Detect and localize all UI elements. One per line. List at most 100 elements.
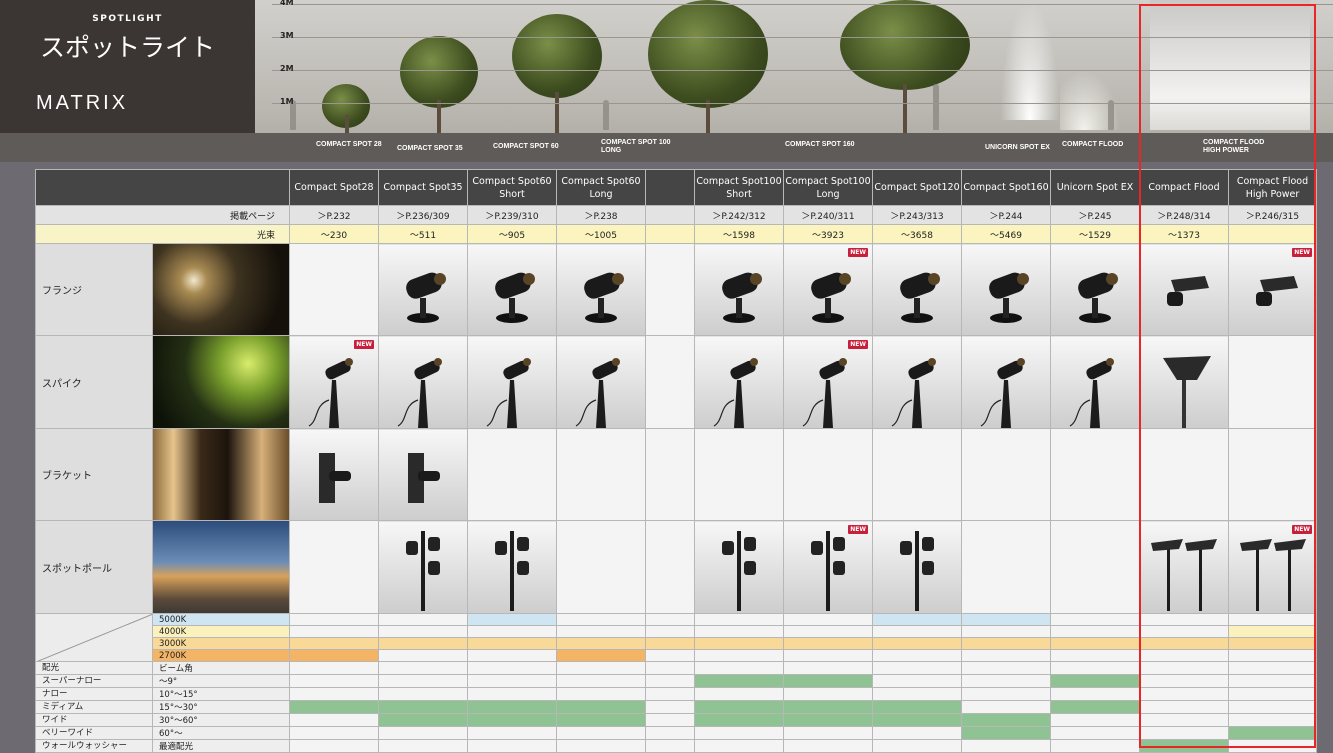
page-row: 掲載ページ ＞P.232 ＞P.236/309 ＞P.239/310 ＞P.238 ＞P.… xyxy=(35,205,1317,225)
beam-cell xyxy=(467,674,557,688)
beam-name: ウォールウォッシャー xyxy=(35,739,153,753)
mount-label: スポットポール xyxy=(35,520,153,614)
scale-label: 1M xyxy=(280,97,294,106)
beam-cell xyxy=(1050,687,1140,701)
product-image xyxy=(694,243,784,336)
page-ref: ＞P.232 xyxy=(289,205,379,225)
beam-cell xyxy=(694,713,784,727)
product-image: NEW xyxy=(1228,243,1317,336)
column-header: Compact Spot100 Long xyxy=(783,169,873,206)
beam-angle-header: ビーム角 xyxy=(152,661,290,675)
beam-cell xyxy=(1228,661,1317,675)
beam-cell xyxy=(783,700,873,714)
beam-cell xyxy=(556,739,646,753)
color-temp-cell xyxy=(961,625,1051,638)
beam-cell xyxy=(467,661,557,675)
color-temp-cell xyxy=(467,625,557,638)
lumen-label: 光束 xyxy=(35,224,290,244)
new-badge: NEW xyxy=(848,340,868,349)
color-temp-cell xyxy=(872,613,962,626)
beam-cell xyxy=(1139,739,1229,753)
lumen-row: 光束 〜230 〜511 〜905 〜1005 〜1598 〜3923 〜3658 〜5469 〜… xyxy=(35,224,1317,244)
beam-cell xyxy=(467,739,557,753)
color-temp-cell xyxy=(1228,637,1317,650)
column-header: Compact Spot35 xyxy=(378,169,468,206)
empty-cell xyxy=(645,335,695,429)
product-image xyxy=(556,243,646,336)
lamp-icon xyxy=(1230,525,1316,613)
empty-cell xyxy=(467,428,557,521)
beam-cell xyxy=(1228,726,1317,740)
color-temp-label: 2700K xyxy=(152,649,290,662)
color-temp-row: 4000K xyxy=(36,625,1317,638)
beam-cell xyxy=(1050,713,1140,727)
color-temp-cell xyxy=(289,625,379,638)
color-temp-cell xyxy=(378,637,468,650)
diagonal-header xyxy=(35,613,153,662)
product-image: NEW xyxy=(783,520,873,614)
product-image xyxy=(1050,243,1140,336)
color-temp-cell xyxy=(694,625,784,638)
beam-header: 配光 xyxy=(35,661,153,675)
beam-cell xyxy=(783,674,873,688)
hero-caption: UNICORN SPOT EX xyxy=(985,144,1050,151)
beam-cell xyxy=(289,739,379,753)
brand-panel: SPOTLIGHT スポットライト MATRIX xyxy=(0,0,255,133)
column-header: Compact Spot60 Short xyxy=(467,169,557,206)
beam-row: ミディアム 15°〜30° xyxy=(35,700,1317,714)
color-temp-cell xyxy=(1228,625,1317,638)
lamp-icon xyxy=(299,443,369,516)
lamp-icon xyxy=(566,258,636,331)
product-image xyxy=(872,520,962,614)
lamp-icon xyxy=(1141,525,1227,613)
color-temp-row: 3000K xyxy=(36,637,1317,650)
color-temp-label: 4000K xyxy=(152,625,290,638)
lamp-icon xyxy=(388,443,458,516)
page-ref: ＞P.245 xyxy=(1050,205,1140,225)
lumen-value: 〜3658 xyxy=(872,224,962,244)
lamp-icon xyxy=(477,350,547,428)
empty-cell xyxy=(1228,428,1317,521)
lumen-value: 〜1529 xyxy=(1050,224,1140,244)
mount-label: フランジ xyxy=(35,243,153,336)
page-ref: ＞P.243/313 xyxy=(872,205,962,225)
beam-cell xyxy=(289,661,379,675)
lamp-icon xyxy=(882,525,952,613)
product-image xyxy=(1139,335,1229,429)
color-temp-cell xyxy=(694,613,784,626)
empty-cell xyxy=(1228,335,1317,429)
empty-cell xyxy=(961,428,1051,521)
beam-cell xyxy=(694,739,784,753)
lamp-icon xyxy=(477,525,547,613)
mount-row-bracket: ブラケット xyxy=(35,428,1317,521)
hero-caption: COMPACT FLOOD HIGH POWER xyxy=(1203,139,1265,154)
color-temp-cell xyxy=(1228,649,1317,662)
color-temp-cell xyxy=(1139,613,1229,626)
lamp-icon xyxy=(299,350,369,428)
color-temp-cell xyxy=(783,613,873,626)
beam-cell xyxy=(961,700,1051,714)
lumen-value xyxy=(645,224,695,244)
lamp-icon xyxy=(882,258,952,331)
color-temp-label: 3000K xyxy=(152,637,290,650)
product-image xyxy=(378,335,468,429)
product-image xyxy=(1139,520,1229,614)
beam-cell xyxy=(556,726,646,740)
mount-row-spike: スパイク NEW NEW xyxy=(35,335,1317,429)
page-ref: ＞P.246/315 xyxy=(1228,205,1317,225)
beam-name: ベリーワイド xyxy=(35,726,153,740)
flange-photo xyxy=(152,243,290,336)
empty-cell xyxy=(289,520,379,614)
beam-row: スーパーナロー 〜9° xyxy=(35,674,1317,688)
color-temp-cell xyxy=(694,649,784,662)
lamp-icon xyxy=(793,525,863,613)
new-badge: NEW xyxy=(354,340,374,349)
product-image xyxy=(378,520,468,614)
beam-cell xyxy=(556,700,646,714)
page-ref xyxy=(645,205,695,225)
empty-cell xyxy=(961,520,1051,614)
hero-caption: COMPACT SPOT 28 xyxy=(316,141,382,148)
new-badge: NEW xyxy=(1292,525,1312,534)
beam-cell xyxy=(289,687,379,701)
column-header: Compact Flood xyxy=(1139,169,1229,206)
